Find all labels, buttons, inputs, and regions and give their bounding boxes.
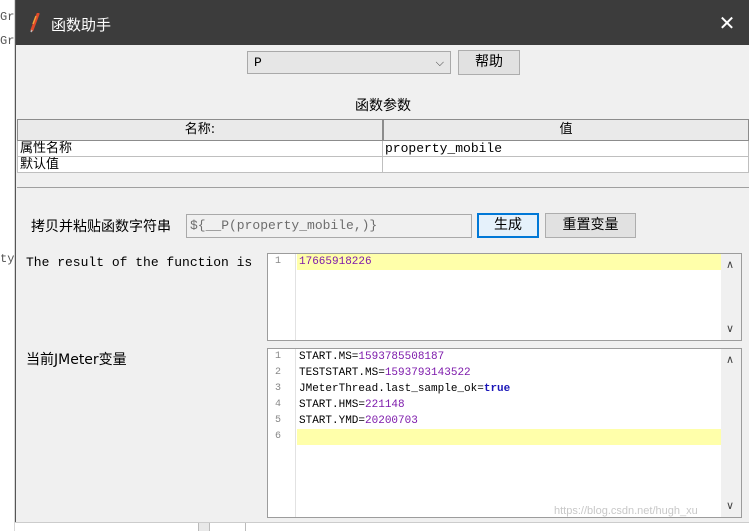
variables-editor[interactable]: 1 2 3 4 5 6 START.MS=1593785508187 TESTS…: [267, 348, 742, 518]
line-number: 1: [275, 351, 282, 362]
background-splitter: [198, 523, 210, 531]
params-table: 名称: 值 属性名称 property_mobile 默认值: [17, 118, 749, 188]
line-number: 3: [275, 383, 282, 394]
column-header-name[interactable]: 名称:: [17, 119, 383, 141]
variable-key: TESTSTART.MS=: [299, 367, 385, 379]
param-name-cell[interactable]: 属性名称: [17, 141, 383, 157]
variable-value: 221148: [365, 399, 405, 411]
variable-value: 20200703: [365, 415, 418, 427]
result-line: 17665918226: [297, 254, 721, 270]
close-icon: ✕: [718, 10, 736, 35]
variable-line: START.HMS=221148: [297, 397, 721, 413]
copy-string-label: 拷贝并粘贴函数字符串: [31, 219, 171, 235]
variable-key: JMeterThread.last_sample_ok=: [299, 383, 484, 395]
background-text: ty: [0, 252, 15, 266]
line-number-gutter: 1 2 3 4 5 6: [268, 349, 296, 517]
variable-value: true: [483, 383, 511, 395]
variable-key: START.MS=: [299, 351, 359, 363]
background-divider: [245, 523, 246, 531]
line-number-gutter: 1: [268, 254, 296, 340]
dialog-title: 函数助手: [51, 16, 112, 34]
column-header-value[interactable]: 值: [383, 119, 749, 141]
vertical-scrollbar[interactable]: ∧ ∨: [721, 254, 741, 340]
background-text: Gro: [0, 34, 15, 48]
variables-code: START.MS=1593785508187 TESTSTART.MS=1593…: [297, 349, 721, 445]
line-number: 6: [275, 431, 282, 442]
variable-line: START.MS=1593785508187: [297, 349, 721, 365]
function-select-value: P: [254, 55, 262, 70]
result-code: 17665918226: [297, 254, 721, 270]
generate-button[interactable]: 生成: [477, 213, 539, 238]
variable-line: TESTSTART.MS=1593793143522: [297, 365, 721, 381]
close-button[interactable]: ✕: [704, 0, 749, 45]
params-section-title: 函数参数: [355, 98, 411, 114]
jmeter-variables-label: 当前JMeter变量: [26, 352, 127, 368]
result-label: The result of the function is: [26, 255, 253, 270]
function-helper-dialog: 函数助手 ✕ P ⌵ 帮助 函数参数 名称: 值 属性名称 property_m…: [15, 0, 749, 522]
variable-key: START.HMS=: [299, 399, 366, 411]
variable-line: [297, 429, 721, 445]
scroll-up-icon[interactable]: ∧: [726, 353, 734, 367]
line-number: 5: [275, 415, 282, 426]
chevron-down-icon: ⌵: [435, 58, 444, 70]
variable-key: START.YMD=: [299, 415, 366, 427]
background-bottom: [15, 522, 749, 531]
param-value-cell[interactable]: [383, 157, 749, 173]
param-value-cell[interactable]: property_mobile: [383, 141, 749, 157]
reset-variables-button[interactable]: 重置变量: [545, 213, 636, 238]
vertical-scrollbar[interactable]: ∧ ∨: [721, 349, 741, 517]
line-number: 4: [275, 399, 282, 410]
variable-value: 1593785508187: [358, 351, 445, 363]
function-select[interactable]: P ⌵: [247, 51, 451, 74]
title-bar[interactable]: 函数助手 ✕: [16, 0, 749, 45]
help-button[interactable]: 帮助: [458, 50, 520, 75]
function-string-field[interactable]: ${__P(property_mobile,)}: [186, 214, 472, 238]
result-editor[interactable]: 1 17665918226 ∧ ∨: [267, 253, 742, 341]
line-number: 1: [275, 256, 282, 267]
line-number: 2: [275, 367, 282, 378]
variable-value: 1593793143522: [384, 367, 471, 379]
param-name-cell[interactable]: 默认值: [17, 157, 383, 173]
scroll-down-icon[interactable]: ∨: [726, 322, 734, 336]
background-text: Gro: [0, 10, 15, 24]
variable-line: JMeterThread.last_sample_ok=true: [297, 381, 721, 397]
jmeter-feather-icon: [30, 13, 40, 33]
scroll-down-icon[interactable]: ∨: [726, 499, 734, 513]
scroll-up-icon[interactable]: ∧: [726, 258, 734, 272]
watermark: https://blog.csdn.net/hugh_xu: [554, 505, 698, 517]
variable-line: START.YMD=20200703: [297, 413, 721, 429]
